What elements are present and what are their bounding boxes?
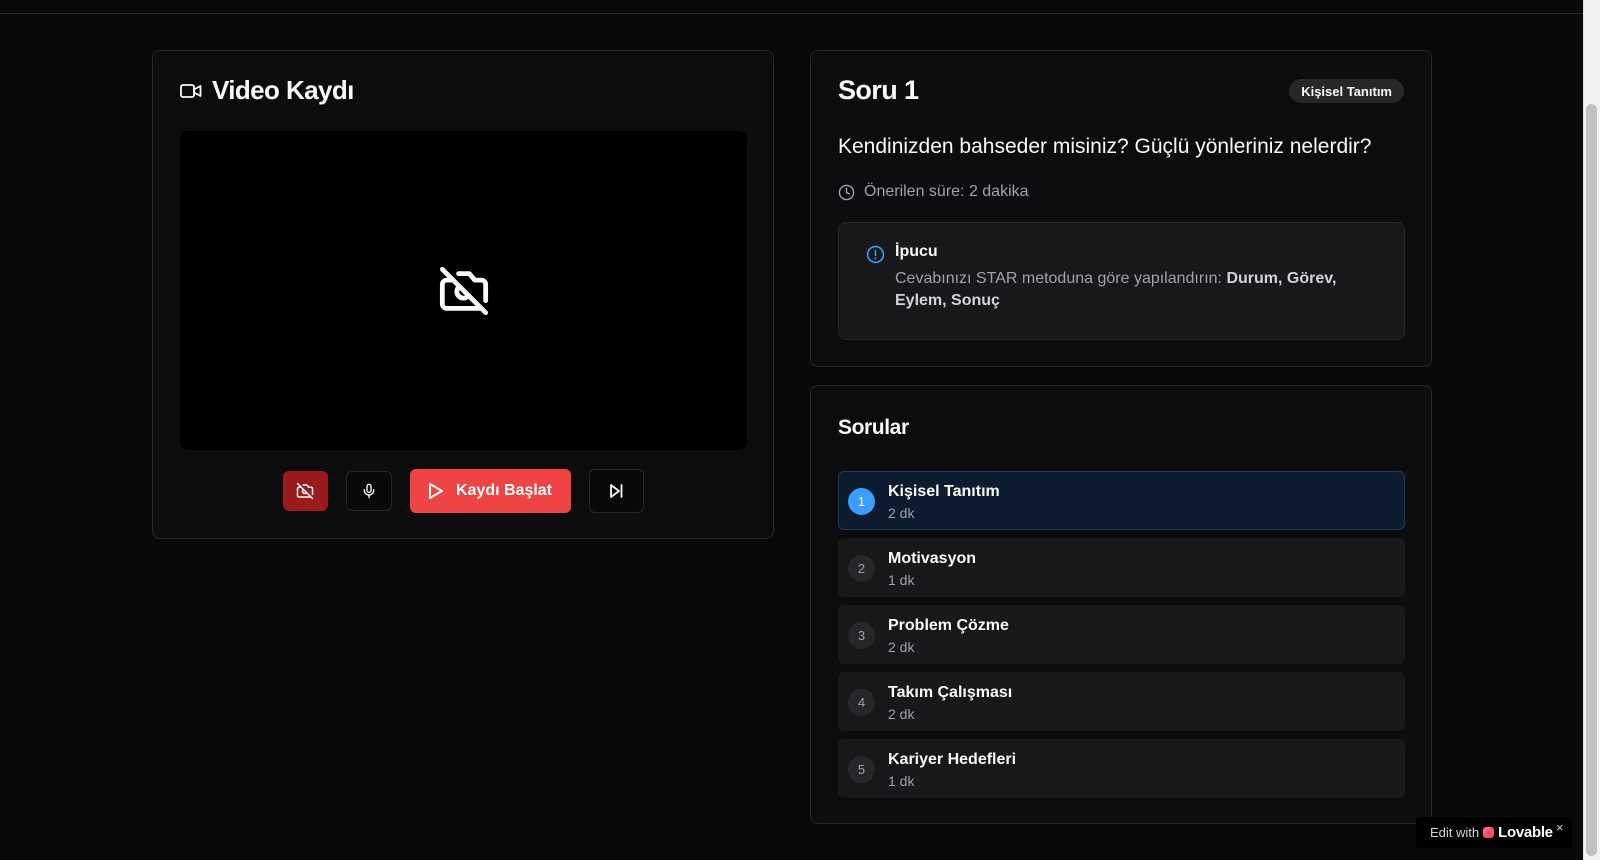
- questions-list-card: Sorular 1 Kişisel Tanıtım 2 dk 2 Motivas…: [810, 385, 1432, 824]
- lovable-badge-prefix: Edit with: [1430, 825, 1480, 840]
- question-item-3[interactable]: 3 Problem Çözme 2 dk: [838, 605, 1405, 664]
- skip-forward-icon: [608, 483, 624, 499]
- questions-list: 1 Kişisel Tanıtım 2 dk 2 Motivasyon 1 dk…: [838, 471, 1405, 806]
- question-text: Kendinizden bahseder misiniz? Güçlü yönl…: [838, 135, 1372, 158]
- question-number-badge: 1: [848, 488, 875, 515]
- video-camera-icon: [180, 83, 202, 99]
- question-item-duration: 2 dk: [888, 505, 915, 521]
- tip-body: Cevabınızı STAR metoduna göre yapılandır…: [895, 268, 1365, 312]
- question-number-badge: 4: [848, 689, 875, 716]
- question-number-badge: 5: [848, 756, 875, 783]
- suggested-duration-text: Önerilen süre: 2 dakika: [864, 183, 1029, 200]
- category-badge: Kişisel Tanıtım: [1289, 79, 1404, 103]
- question-item-duration: 2 dk: [888, 706, 915, 722]
- question-title: Soru 1: [838, 75, 919, 105]
- camera-off-icon: [438, 265, 490, 317]
- question-item-name: Kişisel Tanıtım: [888, 483, 1000, 500]
- question-item-name: Kariyer Hedefleri: [888, 751, 1017, 768]
- video-card-header: Video Kaydı: [180, 75, 354, 106]
- current-question-card: Soru 1 Kişisel Tanıtım Kendinizden bahse…: [810, 50, 1432, 367]
- lovable-brand: Lovable: [1498, 824, 1553, 841]
- question-item-2[interactable]: 2 Motivasyon 1 dk: [838, 538, 1405, 597]
- question-item-4[interactable]: 4 Takım Çalışması 2 dk: [838, 672, 1405, 731]
- tip-body-text: Cevabınızı STAR metoduna göre yapılandır…: [895, 270, 1227, 287]
- questions-list-title: Sorular: [838, 416, 909, 439]
- lovable-heart-icon: [1483, 827, 1495, 838]
- question-item-duration: 1 dk: [888, 572, 915, 588]
- suggested-duration: Önerilen süre: 2 dakika: [838, 183, 1029, 201]
- video-card-title: Video Kaydı: [212, 75, 354, 105]
- start-recording-button[interactable]: Kaydı Başlat: [409, 469, 571, 513]
- question-item-duration: 2 dk: [888, 639, 915, 655]
- play-icon: [428, 482, 444, 500]
- question-item-5[interactable]: 5 Kariyer Hedefleri 1 dk: [838, 739, 1405, 798]
- question-number-badge: 2: [848, 555, 875, 582]
- video-preview: [180, 131, 747, 450]
- alert-circle-icon: [866, 245, 885, 264]
- question-item-name: Motivasyon: [888, 550, 977, 567]
- question-item-1[interactable]: 1 Kişisel Tanıtım 2 dk: [838, 471, 1405, 530]
- question-item-name: Takım Çalışması: [888, 684, 1013, 701]
- lovable-close-button[interactable]: ×: [1556, 820, 1564, 835]
- question-number-badge: 3: [848, 622, 875, 649]
- camera-toggle-button[interactable]: [282, 471, 328, 511]
- tip-title: İpucu: [895, 243, 938, 260]
- recording-controls: Kaydı Başlat: [153, 469, 773, 513]
- next-question-button[interactable]: [588, 469, 644, 513]
- camera-off-icon: [296, 482, 314, 500]
- video-recording-card: Video Kaydı Kaydı Başlat: [152, 50, 774, 539]
- start-recording-label: Kaydı Başlat: [455, 482, 553, 499]
- edit-with-lovable-badge[interactable]: Edit with Lovable: [1416, 817, 1572, 848]
- question-item-name: Problem Çözme: [888, 617, 1009, 634]
- scrollbar[interactable]: [1583, 0, 1600, 860]
- tip-box: İpucu Cevabınızı STAR metoduna göre yapı…: [838, 222, 1405, 340]
- clock-icon: [838, 184, 855, 201]
- question-item-duration: 1 dk: [888, 773, 915, 789]
- top-bar: [0, 0, 1583, 14]
- microphone-toggle-button[interactable]: [345, 471, 392, 511]
- microphone-icon: [361, 482, 377, 500]
- scrollbar-thumb[interactable]: [1586, 104, 1597, 856]
